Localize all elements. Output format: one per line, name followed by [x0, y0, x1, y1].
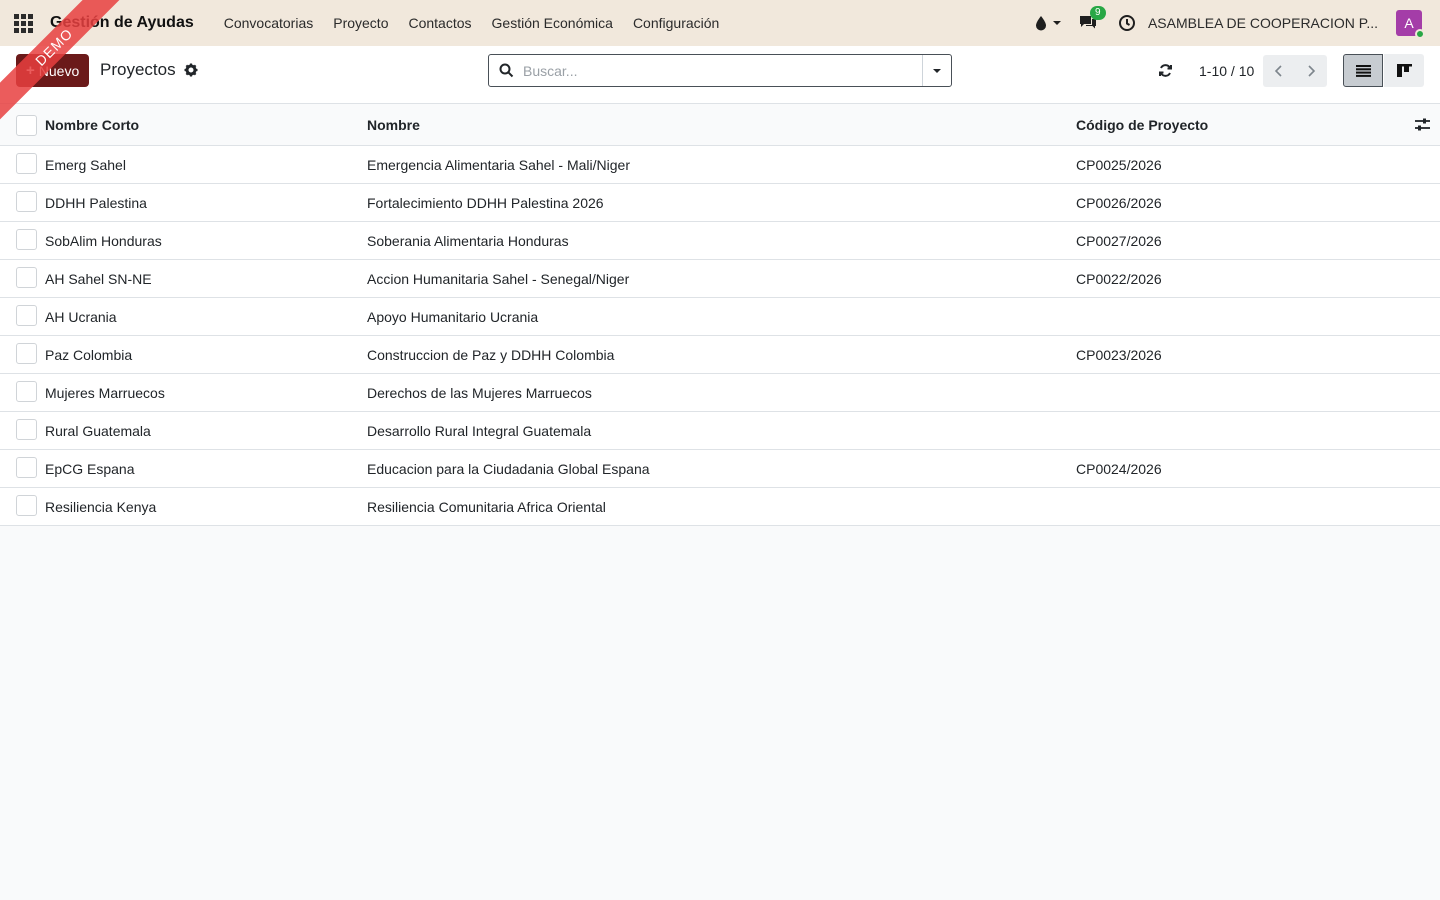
cell-codigo: CP0027/2026	[1076, 233, 1162, 249]
cell-nombre-corto: SobAlim Honduras	[45, 233, 162, 249]
messages-count-badge: 9	[1089, 5, 1106, 20]
column-header-nombre[interactable]: Nombre	[367, 104, 420, 146]
app-brand[interactable]: Gestión de Ayudas	[50, 14, 194, 32]
control-panel: + Nuevo Proyectos 1-10 / 10	[0, 46, 1440, 104]
page-title: Proyectos	[100, 60, 176, 79]
clock-icon	[1118, 15, 1135, 31]
table-row[interactable]: AH Sahel SN-NE Accion Humanitaria Sahel …	[0, 260, 1440, 298]
cell-nombre-corto: AH Ucrania	[45, 309, 117, 325]
table-row[interactable]: EpCG Espana Educacion para la Ciudadania…	[0, 450, 1440, 488]
menu-item-contactos[interactable]: Contactos	[398, 15, 481, 31]
list-view-icon	[1355, 64, 1371, 77]
cell-nombre-corto: Rural Guatemala	[45, 423, 151, 439]
cell-nombre-corto: EpCG Espana	[45, 461, 135, 477]
caret-down-icon	[1052, 21, 1061, 25]
cell-codigo: CP0026/2026	[1076, 195, 1162, 211]
user-avatar[interactable]: A	[1396, 10, 1425, 39]
cell-nombre: Accion Humanitaria Sahel - Senegal/Niger	[367, 271, 630, 287]
cell-nombre-corto: Paz Colombia	[45, 347, 133, 363]
row-checkbox[interactable]	[16, 381, 37, 402]
theme-drop-icon	[1035, 16, 1046, 31]
cell-codigo: CP0024/2026	[1076, 461, 1162, 477]
online-status-dot	[1415, 29, 1425, 39]
cell-codigo: CP0023/2026	[1076, 347, 1162, 363]
cell-nombre: Resiliencia Comunitaria Africa Oriental	[367, 499, 606, 515]
menu-item-gestion-economica[interactable]: Gestión Económica	[482, 15, 623, 31]
messages-button[interactable]: 9	[1078, 5, 1106, 34]
chevron-right-icon	[1308, 65, 1316, 77]
pager-value[interactable]: 1-10 / 10	[1199, 63, 1254, 79]
row-checkbox[interactable]	[16, 267, 37, 288]
menu-item-configuracion[interactable]: Configuración	[623, 15, 729, 31]
cell-nombre: Fortalecimiento DDHH Palestina 2026	[367, 195, 604, 211]
cell-nombre: Emergencia Alimentaria Sahel - Mali/Nige…	[367, 157, 630, 173]
pager-previous-button[interactable]	[1263, 55, 1295, 87]
menu-item-convocatorias[interactable]: Convocatorias	[214, 15, 324, 31]
row-checkbox[interactable]	[16, 229, 37, 250]
new-button-label: Nuevo	[38, 62, 80, 79]
cell-codigo: CP0022/2026	[1076, 271, 1162, 287]
cell-codigo: CP0025/2026	[1076, 157, 1162, 173]
search-input[interactable]	[523, 62, 922, 79]
avatar-letter: A	[1404, 15, 1414, 31]
row-checkbox[interactable]	[16, 457, 37, 478]
row-checkbox[interactable]	[16, 305, 37, 326]
refresh-icon[interactable]	[1158, 63, 1173, 78]
table-header: Nombre Corto Nombre Código de Proyecto	[0, 104, 1440, 146]
row-checkbox[interactable]	[16, 495, 37, 516]
cell-nombre: Soberania Alimentaria Honduras	[367, 233, 569, 249]
search-icon	[489, 63, 523, 78]
search-bar	[488, 54, 952, 87]
table-row[interactable]: DDHH Palestina Fortalecimiento DDHH Pale…	[0, 184, 1440, 222]
cell-nombre: Derechos de las Mujeres Marruecos	[367, 385, 592, 401]
chevron-left-icon	[1274, 65, 1282, 77]
row-checkbox[interactable]	[16, 419, 37, 440]
cell-nombre-corto: Mujeres Marruecos	[45, 385, 165, 401]
cell-nombre: Educacion para la Ciudadania Global Espa…	[367, 461, 650, 477]
table-row[interactable]: Resiliencia Kenya Resiliencia Comunitari…	[0, 488, 1440, 526]
row-checkbox[interactable]	[16, 343, 37, 364]
cell-nombre: Desarrollo Rural Integral Guatemala	[367, 423, 592, 439]
table-row[interactable]: SobAlim Honduras Soberania Alimentaria H…	[0, 222, 1440, 260]
apps-grid-icon	[13, 13, 33, 33]
caret-down-icon	[933, 68, 941, 73]
projects-table: Nombre Corto Nombre Código de Proyecto E…	[0, 104, 1440, 526]
column-options-icon[interactable]	[1415, 118, 1430, 131]
table-row[interactable]: Emerg Sahel Emergencia Alimentaria Sahel…	[0, 146, 1440, 184]
cell-nombre: Construccion de Paz y DDHH Colombia	[367, 347, 615, 363]
column-header-codigo[interactable]: Código de Proyecto	[1076, 104, 1208, 146]
activity-button[interactable]	[1118, 14, 1136, 32]
kanban-view-icon	[1396, 64, 1412, 77]
plus-icon: +	[26, 62, 35, 79]
table-row[interactable]: Mujeres Marruecos Derechos de las Mujere…	[0, 374, 1440, 412]
cell-nombre-corto: DDHH Palestina	[45, 195, 147, 211]
row-checkbox[interactable]	[16, 191, 37, 212]
theme-switcher-button[interactable]	[1035, 15, 1064, 31]
top-navbar: Gestión de Ayudas Convocatorias Proyecto…	[0, 0, 1440, 46]
gear-icon[interactable]	[184, 63, 198, 77]
navbar-systray: 9 ASAMBLEA DE COOPERACION P... A	[1035, 0, 1440, 46]
row-checkbox[interactable]	[16, 153, 37, 174]
table-row[interactable]: Paz Colombia Construccion de Paz y DDHH …	[0, 336, 1440, 374]
table-row[interactable]: Rural Guatemala Desarrollo Rural Integra…	[0, 412, 1440, 450]
cell-nombre-corto: Emerg Sahel	[45, 157, 126, 173]
breadcrumb: Proyectos	[100, 60, 198, 80]
menu-item-proyecto[interactable]: Proyecto	[323, 15, 398, 31]
cell-nombre-corto: Resiliencia Kenya	[45, 499, 157, 515]
column-header-nombre-corto[interactable]: Nombre Corto	[45, 104, 139, 146]
table-row[interactable]: AH Ucrania Apoyo Humanitario Ucrania	[0, 298, 1440, 336]
cell-nombre: Apoyo Humanitario Ucrania	[367, 309, 539, 325]
cell-nombre-corto: AH Sahel SN-NE	[45, 271, 152, 287]
select-all-checkbox[interactable]	[16, 115, 37, 136]
pager-next-button[interactable]	[1295, 55, 1327, 87]
search-options-toggle[interactable]	[922, 55, 951, 86]
list-view-button[interactable]	[1343, 54, 1383, 87]
company-switcher[interactable]: ASAMBLEA DE COOPERACION P...	[1148, 15, 1378, 31]
new-button[interactable]: + Nuevo	[16, 54, 90, 87]
kanban-view-button[interactable]	[1384, 54, 1424, 87]
apps-menu-button[interactable]	[0, 0, 46, 46]
